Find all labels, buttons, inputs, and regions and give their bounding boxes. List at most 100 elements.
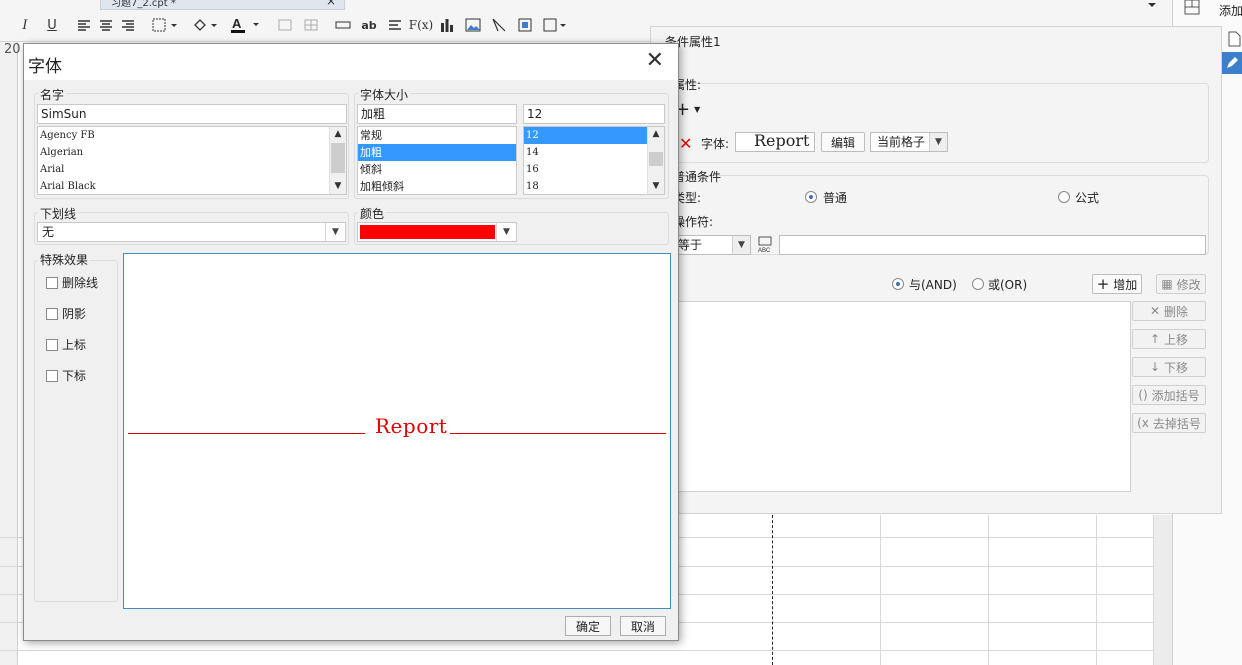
align-right-icon[interactable] — [118, 14, 138, 36]
or-label: 或(OR) — [988, 278, 1028, 292]
font-style-input[interactable]: 加粗 — [357, 104, 517, 124]
or-radio[interactable] — [972, 278, 984, 290]
size-list-scrollbar[interactable]: ▲ ▼ — [647, 127, 664, 194]
add-bracket-button[interactable]: () 添加括号 — [1132, 385, 1206, 405]
font-size-input[interactable]: 12 — [523, 104, 665, 124]
list-item[interactable]: 倾斜 — [358, 161, 516, 178]
preview-baseline — [450, 433, 666, 434]
plus-icon: + — [1096, 275, 1110, 293]
close-tab-icon[interactable]: × — [326, 0, 336, 7]
cancel-button[interactable]: 取消 — [620, 616, 666, 636]
file-tab[interactable]: 习题7_2.cpt * × — [100, 0, 345, 10]
remove-bracket-button[interactable]: (x 去掉括号 — [1132, 413, 1206, 433]
superscript-checkbox[interactable]: 上标 — [46, 336, 86, 353]
edit-font-button[interactable]: 编辑 — [821, 132, 865, 152]
list-item[interactable]: Algerian — [38, 144, 346, 161]
font-color-icon[interactable]: A — [228, 14, 262, 36]
checkbox-box[interactable] — [46, 276, 58, 289]
shadow-checkbox[interactable]: 阴影 — [46, 305, 86, 322]
frame-icon[interactable] — [516, 14, 534, 36]
list-item-selected[interactable]: 12 — [524, 127, 648, 144]
slash-icon[interactable] — [490, 14, 508, 36]
subscript-checkbox[interactable]: 下标 — [46, 367, 86, 384]
list-item[interactable]: Arial Black — [38, 178, 346, 194]
image-icon[interactable] — [463, 14, 483, 36]
box-dropdown-icon[interactable] — [542, 14, 568, 36]
align-left-icon[interactable] — [74, 14, 94, 36]
bracket-icon: () — [1138, 388, 1148, 402]
merge-cells-icon[interactable] — [276, 14, 294, 36]
ab-button[interactable]: ab — [360, 14, 378, 36]
and-radio[interactable] — [892, 278, 904, 290]
font-size-list[interactable]: 12 14 16 18 ▲ ▼ — [523, 126, 665, 195]
add-attribute-button[interactable]: + ▼ — [675, 99, 707, 120]
checkbox-box[interactable] — [46, 369, 58, 382]
scroll-thumb[interactable] — [649, 152, 663, 166]
sheet-scrollbar[interactable] — [1153, 515, 1172, 665]
collapse-icon[interactable] — [1144, 0, 1160, 16]
list-item[interactable]: 16 — [524, 161, 664, 178]
modify-condition-button[interactable]: ▦ 修改 — [1156, 274, 1206, 294]
scope-select[interactable]: 当前格子 ▼ — [870, 132, 948, 152]
font-name-list[interactable]: Agency FB Algerian Arial Arial Black ▲ ▼ — [37, 126, 347, 195]
list-item-selected[interactable]: 加粗 — [358, 144, 516, 161]
font-name-input[interactable]: SimSun — [37, 104, 347, 124]
edit-pen-icon[interactable] — [1221, 52, 1242, 74]
border-icon[interactable] — [150, 14, 180, 36]
move-up-button[interactable]: ↑ 上移 — [1132, 329, 1206, 349]
chevron-up-icon[interactable]: ▲ — [330, 127, 346, 142]
paragraph-icon[interactable] — [386, 14, 404, 36]
color-select[interactable]: ▼ — [357, 222, 517, 242]
chevron-down-icon: ▼ — [929, 133, 947, 151]
preview-baseline — [128, 433, 365, 434]
layout-icon[interactable] — [1181, 0, 1203, 18]
effects-label: 特殊效果 — [38, 251, 91, 268]
font-list-scrollbar[interactable]: ▲ ▼ — [329, 127, 346, 194]
checkbox-box[interactable] — [46, 338, 58, 351]
checkbox-box[interactable] — [46, 307, 58, 320]
delete-condition-button[interactable]: ✕ 删除 — [1132, 301, 1206, 321]
modify-icon: ▦ — [1161, 277, 1173, 291]
font-preview: Report — [123, 253, 671, 609]
delete-attribute-icon[interactable]: ✕ — [679, 134, 692, 153]
list-item[interactable]: 加粗倾斜 — [358, 178, 516, 194]
type-normal-radio[interactable] — [805, 191, 817, 203]
underline-select[interactable]: 无 ▼ — [37, 222, 346, 242]
color-label: 颜色 — [358, 205, 387, 222]
condition-value-input[interactable] — [779, 235, 1206, 255]
list-item[interactable]: 18 — [524, 178, 664, 194]
split-cells-icon[interactable] — [302, 14, 320, 36]
chevron-down-icon[interactable]: ▼ — [648, 179, 664, 194]
close-icon[interactable]: ✕ — [646, 50, 664, 72]
ok-button[interactable]: 确定 — [565, 616, 611, 636]
document-icon[interactable] — [1223, 28, 1242, 50]
fill-color-icon[interactable] — [190, 14, 220, 36]
chart-icon[interactable] — [438, 14, 456, 36]
row-number: 20 — [4, 42, 21, 57]
abc-value-icon[interactable]: ABC — [757, 235, 775, 255]
operator-select[interactable]: 等于 ▼ — [673, 235, 751, 255]
italic-button[interactable]: I — [18, 14, 32, 36]
formula-button[interactable]: F(x) — [409, 14, 433, 36]
type-formula-radio[interactable] — [1058, 191, 1070, 203]
add-condition-button[interactable]: + 增加 — [1092, 274, 1142, 294]
chevron-up-icon[interactable]: ▲ — [648, 127, 664, 142]
condition-list[interactable] — [675, 301, 1131, 492]
scroll-thumb[interactable] — [331, 143, 345, 173]
grid-line — [880, 515, 881, 665]
list-item[interactable]: 常规 — [358, 127, 516, 144]
font-style-list[interactable]: 常规 加粗 倾斜 加粗倾斜 — [357, 126, 517, 195]
underline-button[interactable]: U — [44, 14, 60, 36]
list-item[interactable]: 14 — [524, 144, 664, 161]
move-down-label: 下移 — [1164, 360, 1189, 375]
normal-condition-label: 普通条件 — [673, 170, 722, 184]
size-group-label: 字体大小 — [358, 86, 411, 103]
list-item[interactable]: Arial — [38, 161, 346, 178]
text-field-icon[interactable] — [334, 14, 352, 36]
list-item[interactable]: Agency FB — [38, 127, 346, 144]
align-center-icon[interactable] — [96, 14, 116, 36]
type-formula-label: 公式 — [1075, 191, 1100, 205]
chevron-down-icon[interactable]: ▼ — [330, 179, 346, 194]
strikethrough-checkbox[interactable]: 删除线 — [46, 274, 98, 291]
move-down-button[interactable]: ↓ 下移 — [1132, 357, 1206, 377]
